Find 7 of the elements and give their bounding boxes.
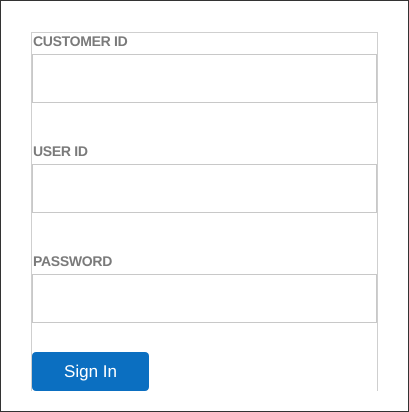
input-field[interactable] [32,164,377,213]
input-field[interactable] [32,54,377,103]
field-label: PASSWORD [33,253,112,269]
field-label: USER ID [33,143,88,159]
input-field[interactable] [32,274,377,323]
field-label: CUSTOMER ID [33,33,128,49]
sign-in-button[interactable]: Sign In [32,352,149,391]
